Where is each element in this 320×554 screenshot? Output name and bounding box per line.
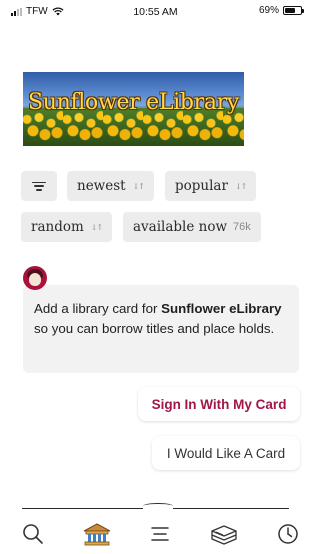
sort-arrows-icon: ↓↑: [234, 181, 247, 191]
battery-fill: [285, 8, 296, 13]
status-right: 69%: [258, 5, 304, 16]
sort-newest-chip[interactable]: newest ↓↑: [67, 171, 154, 201]
library-logo-text: Sunflower eLibrary: [27, 90, 240, 115]
clock-icon: [278, 524, 298, 544]
menu-icon: [151, 527, 169, 541]
hamburger-menu-icon: [32, 181, 46, 191]
avatar-face: [29, 273, 41, 286]
battery-icon: [283, 6, 304, 15]
sort-popular-chip[interactable]: popular ↓↑: [165, 171, 257, 201]
tabbar-notch: [143, 503, 173, 509]
message-suffix: so you can borrow titles and place holds…: [34, 321, 275, 336]
library-banner: Sunflower eLibrary: [23, 72, 244, 146]
sign-in-with-card-button[interactable]: Sign In With My Card: [138, 387, 300, 421]
chip-label: newest: [77, 178, 126, 194]
chip-label: random: [31, 219, 84, 235]
search-icon: [23, 524, 43, 544]
message-prefix: Add a library card for: [34, 301, 162, 316]
sort-arrows-icon: ↓↑: [132, 181, 145, 191]
library-icon: [83, 523, 111, 546]
sort-arrows-icon: ↓↑: [90, 222, 103, 232]
battery-percent: 69%: [258, 5, 279, 16]
message-library-name: Sunflower eLibrary: [161, 301, 282, 316]
available-now-chip[interactable]: available now 76k: [123, 212, 261, 242]
tab-search[interactable]: [18, 519, 48, 549]
filter-menu-button[interactable]: [21, 171, 57, 201]
tab-loans[interactable]: [273, 519, 303, 549]
librarian-avatar-icon: [23, 266, 47, 290]
bottom-tab-bar: [0, 503, 311, 554]
request-card-button[interactable]: I Would Like A Card: [152, 436, 300, 470]
tab-shelf[interactable]: [207, 519, 241, 549]
available-count: 76k: [233, 221, 251, 233]
sort-random-chip[interactable]: random ↓↑: [21, 212, 113, 242]
chip-label: available now: [133, 219, 228, 235]
chip-label: popular: [175, 178, 228, 194]
add-card-message: Add a library card for Sunflower eLibrar…: [23, 285, 299, 373]
shelf-icon: [211, 525, 237, 545]
tab-library[interactable]: [80, 519, 114, 549]
tab-menu[interactable]: [145, 519, 175, 549]
status-bar: TFW 10:55 AM 69%: [0, 0, 311, 20]
